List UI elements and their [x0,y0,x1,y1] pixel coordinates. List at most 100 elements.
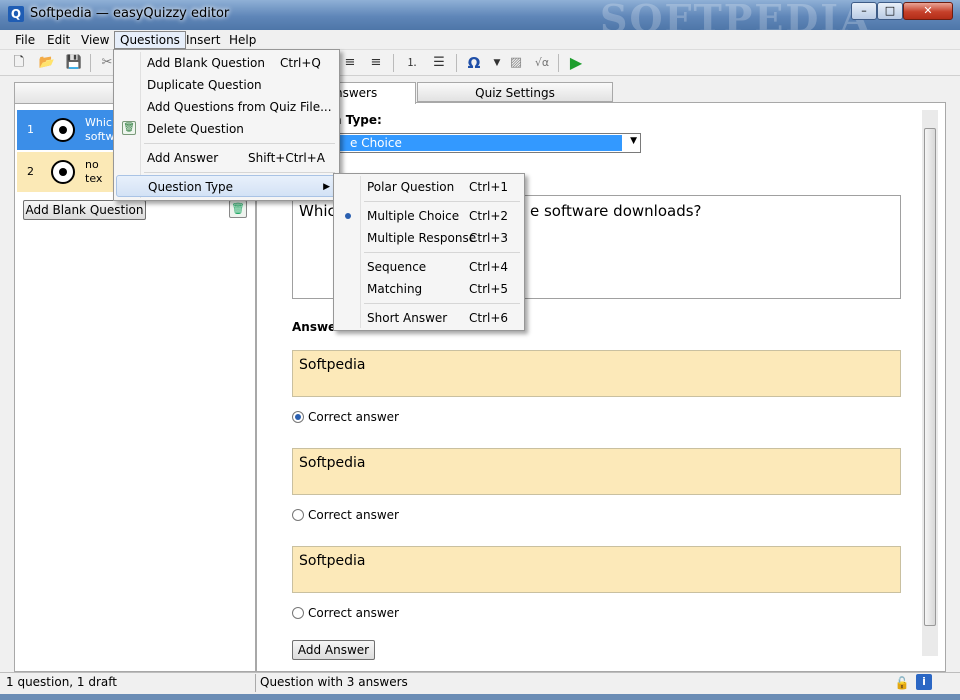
menu-item-add-blank-question[interactable]: Add Blank Question Ctrl+Q [116,52,337,74]
question-type-submenu: Polar Question Ctrl+1 Multiple Choice Ct… [333,173,525,331]
menu-item-matching[interactable]: Matching Ctrl+5 [336,278,522,300]
menu-item-shortcut: Ctrl+3 [469,231,509,245]
answer-text: Softpedia [299,553,366,569]
menu-separator [364,252,520,253]
menu-item-label: Polar Question [367,180,455,194]
scrollbar-thumb[interactable] [924,128,936,626]
question-type-value: e Choice [320,135,622,151]
info-icon[interactable]: i [916,674,932,690]
play-icon[interactable]: ▶ [566,53,586,73]
question-number: 2 [27,165,34,178]
correct-answer-radio-1[interactable]: Correct answer [292,409,399,425]
align-center-icon[interactable]: ≡ [340,53,360,73]
menu-file[interactable]: File [10,31,40,49]
status-question-count: 1 question, 1 draft [6,675,117,689]
toolbar-separator [393,54,394,72]
menu-item-duplicate-question[interactable]: Duplicate Question [116,74,337,96]
submenu-arrow-icon: ▶ [323,182,330,192]
answer-text: Softpedia [299,455,366,471]
menu-item-label: Sequence [367,260,427,274]
menu-item-label: Duplicate Question [147,78,262,92]
menu-item-label: Delete Question [147,122,244,136]
save-icon[interactable]: 💾 [64,53,84,73]
minimize-button[interactable]: – [851,2,877,20]
toolbar-separator [558,54,559,72]
menu-item-shortcut: Ctrl+2 [469,209,509,223]
radio-icon [292,607,304,619]
question-text-start: Whic [299,202,336,220]
new-icon[interactable]: 🗋 [9,53,29,73]
menu-edit[interactable]: Edit [42,31,75,49]
menu-item-label: Add Answer [147,151,219,165]
menu-item-delete-question[interactable]: 🗑 Delete Question [116,118,337,140]
app-icon: Q [8,6,24,22]
maximize-button[interactable]: □ [877,2,903,20]
menu-separator [364,303,520,304]
lock-icon[interactable]: 🔓 [893,674,911,692]
menu-insert[interactable]: Insert [181,31,225,49]
question-type-select[interactable]: e Choice ▼ [318,133,641,153]
question-type-label: n Type: [333,113,382,127]
menu-bar: File Edit View Questions Insert Help [0,30,960,50]
correct-answer-label: Correct answer [308,410,399,424]
tab-quiz-settings[interactable]: Quiz Settings [417,82,613,102]
menu-item-label: Multiple Choice [367,209,460,223]
answer-field-3[interactable]: Softpedia [292,546,901,593]
menu-help[interactable]: Help [224,31,261,49]
menu-item-label: Multiple Response [367,231,477,245]
menu-item-label: Add Blank Question [147,56,266,70]
menu-view[interactable]: View [76,31,114,49]
menu-item-add-from-quiz-file[interactable]: Add Questions from Quiz File... [116,96,337,118]
toolbar-separator [456,54,457,72]
window-title: Softpedia — easyQuizzy editor [30,6,230,21]
menu-item-multiple-choice[interactable]: Multiple Choice Ctrl+2 [336,205,522,227]
delete-icon: 🗑 [122,121,136,135]
question-preview: no tex [85,158,103,185]
list-numbered-icon[interactable]: ⒈ [402,53,422,73]
add-blank-question-button[interactable]: Add Blank Question [23,200,146,220]
menu-separator [144,172,335,173]
question-preview: Which softw [85,116,115,143]
menu-item-label: Add Questions from Quiz File... [147,100,332,114]
correct-answer-radio-3[interactable]: Correct answer [292,605,399,621]
correct-answer-label: Correct answer [308,606,399,620]
menu-item-label: Question Type [148,180,234,194]
menu-item-short-answer[interactable]: Short Answer Ctrl+6 [336,307,522,329]
delete-question-icon[interactable]: 🗑 [229,200,247,218]
status-divider [255,674,256,692]
chevron-down-icon[interactable]: ▼ [487,53,507,73]
status-bar [0,672,960,694]
menu-item-sequence[interactable]: Sequence Ctrl+4 [336,256,522,278]
list-bulleted-icon[interactable]: ☰ [429,53,449,73]
menu-item-multiple-response[interactable]: Multiple Response Ctrl+3 [336,227,522,249]
toolbar-separator [90,54,91,72]
correct-answer-radio-2[interactable]: Correct answer [292,507,399,523]
answer-field-1[interactable]: Softpedia [292,350,901,397]
menu-questions[interactable]: Questions [114,31,186,49]
single-choice-icon [51,160,75,184]
selected-bullet-icon [345,213,351,219]
open-icon[interactable]: 📂 [37,53,57,73]
chevron-down-icon: ▼ [630,136,637,146]
radio-selected-icon [292,411,304,423]
menu-item-add-answer[interactable]: Add Answer Shift+Ctrl+A [116,147,337,169]
menu-item-label: Matching [367,282,423,296]
menu-item-polar-question[interactable]: Polar Question Ctrl+1 [336,176,522,198]
question-text-end: e software downloads? [530,202,702,220]
omega-icon[interactable]: Ω [464,53,484,73]
menu-item-shortcut: Ctrl+5 [469,282,509,296]
close-button[interactable]: ✕ [903,2,953,20]
questions-menu: Add Blank Question Ctrl+Q Duplicate Ques… [113,49,340,201]
menu-item-question-type[interactable]: Question Type ▶ [116,175,337,197]
image-icon[interactable]: ▨ [506,53,526,73]
answer-field-2[interactable]: Softpedia [292,448,901,495]
menu-item-shortcut: Ctrl+Q [280,56,321,70]
formula-icon[interactable]: √α [532,53,552,73]
radio-icon [292,509,304,521]
menu-item-shortcut: Ctrl+4 [469,260,509,274]
menu-item-label: Short Answer [367,311,448,325]
align-right-icon[interactable]: ≡ [366,53,386,73]
correct-answer-label: Correct answer [308,508,399,522]
add-answer-button[interactable]: Add Answer [292,640,375,660]
menu-item-shortcut: Ctrl+1 [469,180,509,194]
